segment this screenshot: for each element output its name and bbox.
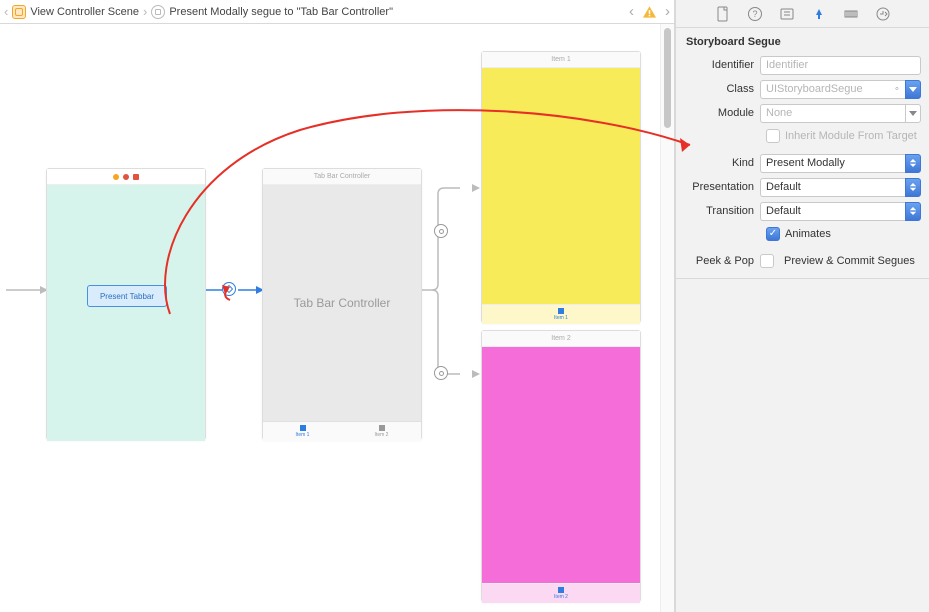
module-label: Module	[684, 107, 760, 119]
module-field[interactable]: None	[760, 104, 905, 123]
jump-bar-item-scene[interactable]: View Controller Scene	[30, 6, 139, 18]
presentation-value: Default	[760, 178, 905, 197]
tab-item-2[interactable]: Item 2	[342, 422, 421, 441]
segue-node[interactable]	[434, 224, 448, 238]
scene-title: Item 2	[482, 331, 640, 347]
kind-value: Present Modally	[760, 154, 905, 173]
transition-select[interactable]: Default	[760, 202, 921, 221]
scene-body: Present Tabbar	[47, 185, 205, 441]
jump-bar-item-segue[interactable]: Present Modally segue to "Tab Bar Contro…	[169, 6, 393, 18]
peek-pop-label: Peek & Pop	[684, 255, 760, 267]
peek-pop-row: Peek & Pop Preview & Commit Segues	[684, 250, 921, 272]
section-divider	[676, 278, 929, 279]
identity-inspector-tab-icon[interactable]	[778, 5, 796, 23]
placeholder-label: Tab Bar Controller	[294, 296, 391, 310]
segue-node[interactable]	[434, 366, 448, 380]
tab-icon	[558, 587, 564, 593]
kind-label: Kind	[684, 157, 760, 169]
attributes-inspector-tab-icon[interactable]	[810, 5, 828, 23]
nav-back-icon[interactable]: ‹	[629, 4, 634, 19]
class-combo[interactable]: UIStoryboardSegue ◦	[760, 80, 921, 99]
identifier-input[interactable]	[760, 56, 921, 75]
header-dot-icon	[113, 174, 119, 180]
tab-bar: Item 1	[482, 304, 640, 324]
inspector-tab-bar: ?	[676, 0, 929, 28]
dropdown-button[interactable]	[905, 202, 921, 221]
scrollbar-thumb[interactable]	[664, 28, 671, 128]
view-controller-scene[interactable]: Present Tabbar	[46, 168, 206, 440]
animates-label: Animates	[785, 228, 831, 240]
tab-bar-controller-scene[interactable]: Tab Bar Controller Tab Bar Controller It…	[262, 168, 422, 440]
inherit-module-label: Inherit Module From Target	[785, 130, 917, 142]
present-tabbar-button[interactable]: Present Tabbar	[87, 285, 167, 307]
tab-item-1[interactable]: Item 1	[263, 422, 342, 441]
canvas-scroll-area[interactable]: Present Tabbar Tab Bar Controller Tab Ba…	[0, 24, 674, 612]
file-inspector-tab-icon[interactable]	[714, 5, 732, 23]
inspector-panel: ? Storyboard Segue Identifier Class	[675, 0, 929, 612]
presentation-select[interactable]: Default	[760, 178, 921, 197]
size-inspector-tab-icon[interactable]	[842, 5, 860, 23]
tab-bar: Item 2	[482, 583, 640, 603]
item-2-scene[interactable]: Item 2 Item 2	[481, 330, 641, 602]
canvas-contents: Present Tabbar Tab Bar Controller Tab Ba…	[0, 24, 660, 612]
scene-header	[47, 169, 205, 185]
svg-text:?: ?	[752, 9, 757, 19]
inherit-module-checkbox[interactable]	[766, 129, 780, 143]
storyboard-canvas-pane: ‹ View Controller Scene › Present Modall…	[0, 0, 675, 612]
module-row: Module None	[684, 102, 921, 124]
tab-label: Item 1	[296, 432, 310, 438]
scene-body	[482, 68, 640, 304]
item-1-scene[interactable]: Item 1 Item 1	[481, 51, 641, 323]
transition-row: Transition Default	[684, 200, 921, 222]
jump-bar: ‹ View Controller Scene › Present Modall…	[0, 0, 674, 24]
class-field[interactable]: UIStoryboardSegue	[760, 80, 889, 99]
header-exit-icon	[133, 174, 139, 180]
nav-forward-icon[interactable]: ›	[665, 4, 670, 19]
tab-label: Item 1	[554, 315, 568, 321]
header-dot-icon	[123, 174, 129, 180]
scene-title: Item 1	[482, 52, 640, 68]
app-root: ‹ View Controller Scene › Present Modall…	[0, 0, 929, 612]
scene-title: Tab Bar Controller	[263, 169, 421, 185]
presentation-label: Presentation	[684, 181, 760, 193]
segue-node-selected[interactable]	[222, 282, 236, 296]
transition-label: Transition	[684, 205, 760, 217]
preview-commit-label: Preview & Commit Segues	[784, 255, 915, 267]
class-create-icon[interactable]: ◦	[889, 80, 905, 99]
help-inspector-tab-icon[interactable]: ?	[746, 5, 764, 23]
tab-label: Item 2	[375, 432, 389, 438]
segue-icon	[151, 5, 165, 19]
identifier-row: Identifier	[684, 54, 921, 76]
module-combo[interactable]: None	[760, 104, 921, 123]
section-title: Storyboard Segue	[684, 32, 921, 54]
jump-bar-back-icon[interactable]: ‹	[4, 4, 12, 19]
canvas-scrollbar[interactable]	[660, 24, 674, 612]
connections-inspector-tab-icon[interactable]	[874, 5, 892, 23]
identifier-label: Identifier	[684, 59, 760, 71]
warning-icon[interactable]	[642, 5, 657, 19]
chevron-right-icon: ›	[139, 4, 151, 19]
scene-body: Tab Bar Controller	[263, 185, 421, 421]
inherit-module-row: Inherit Module From Target	[766, 126, 921, 146]
transition-value: Default	[760, 202, 905, 221]
dropdown-button[interactable]	[905, 104, 921, 123]
dropdown-button[interactable]	[905, 154, 921, 173]
class-label: Class	[684, 83, 760, 95]
class-row: Class UIStoryboardSegue ◦	[684, 78, 921, 100]
inspector-body: Storyboard Segue Identifier Class UIStor…	[676, 28, 929, 612]
tab-bar: Item 1 Item 2	[263, 421, 421, 441]
scene-body	[482, 347, 640, 583]
tab-label: Item 2	[554, 594, 568, 600]
tab-icon	[558, 308, 564, 314]
scene-icon	[12, 5, 26, 19]
presentation-row: Presentation Default	[684, 176, 921, 198]
animates-checkbox[interactable]	[766, 227, 780, 241]
kind-select[interactable]: Present Modally	[760, 154, 921, 173]
dropdown-button[interactable]	[905, 80, 921, 99]
kind-row: Kind Present Modally	[684, 152, 921, 174]
dropdown-button[interactable]	[905, 178, 921, 197]
preview-commit-checkbox[interactable]	[760, 254, 774, 268]
animates-row: Animates	[766, 224, 921, 244]
